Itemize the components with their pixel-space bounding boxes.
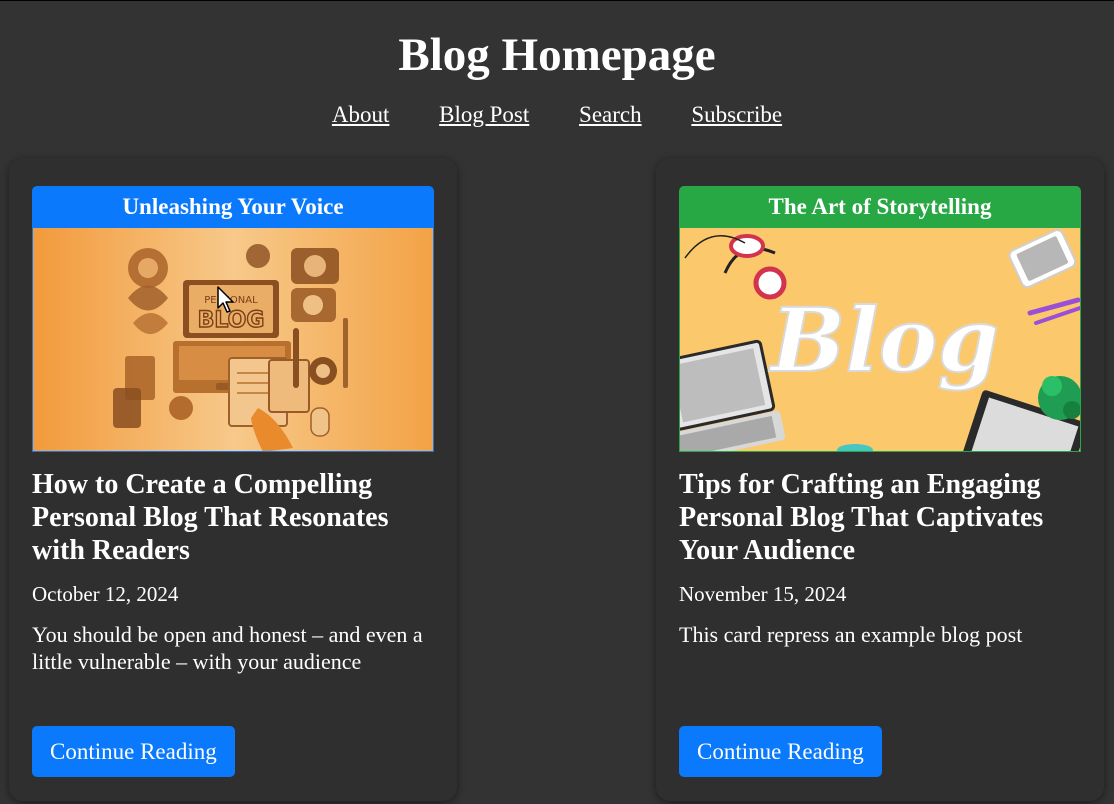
blog-card: Unleashing Your Voice P [9,158,457,801]
site-header: Blog Homepage About Blog Post Search Sub… [0,1,1114,128]
nav-link-about[interactable]: About [332,102,390,127]
continue-reading-button[interactable]: Continue Reading [32,726,235,777]
nav-link-blog-post[interactable]: Blog Post [439,102,529,127]
card-title[interactable]: Tips for Crafting an Engaging Personal B… [679,468,1081,567]
blog-card: The Art of Storytelling Blog Tips for Cr… [656,158,1104,801]
page-title: Blog Homepage [398,29,716,81]
continue-reading-button[interactable]: Continue Reading [679,726,882,777]
nav-link-search[interactable]: Search [579,102,642,127]
card-image: Blog [679,228,1081,452]
mouse-cursor-icon [217,286,234,313]
card-excerpt: You should be open and honest – and even… [32,622,423,674]
main-nav: About Blog Post Search Subscribe [0,102,1114,128]
card-date: November 15, 2024 [679,582,847,606]
card-title[interactable]: How to Create a Compelling Personal Blog… [32,468,434,567]
card-banner: The Art of Storytelling [679,186,1081,228]
card-image: PERSONAL BLOG [32,228,434,452]
nav-link-subscribe[interactable]: Subscribe [691,102,782,127]
card-banner: Unleashing Your Voice [32,186,434,228]
svg-text:Blog: Blog [768,288,999,392]
card-excerpt: This card repress an example blog post [679,622,1023,647]
card-date: October 12, 2024 [32,582,179,606]
